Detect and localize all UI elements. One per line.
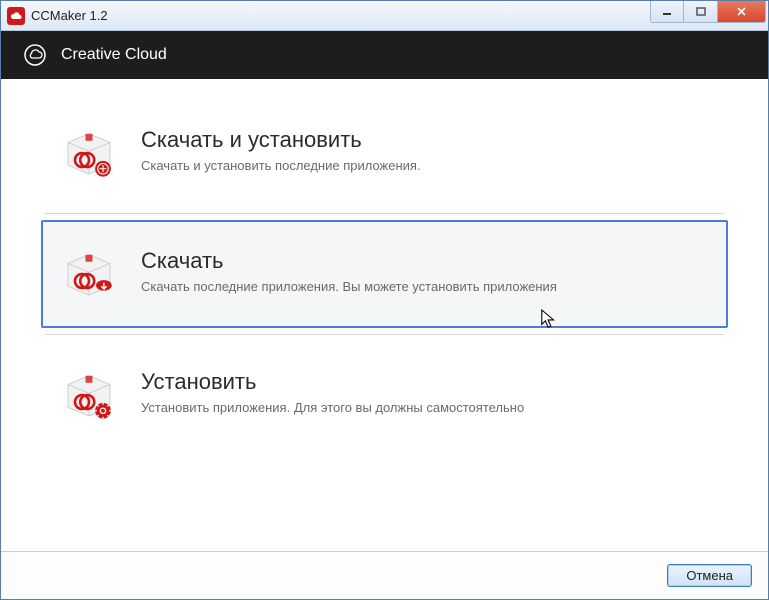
divider xyxy=(45,213,724,214)
divider xyxy=(45,334,724,335)
option-install[interactable]: Установить Установить приложения. Для эт… xyxy=(41,341,728,449)
app-icon xyxy=(7,7,25,25)
option-download-install[interactable]: Скачать и установить Скачать и установит… xyxy=(41,99,728,207)
box-icon xyxy=(61,367,117,423)
box-icon xyxy=(61,246,117,302)
minimize-button[interactable] xyxy=(650,1,684,23)
maximize-button[interactable] xyxy=(684,1,718,23)
window-controls xyxy=(650,1,766,23)
box-icon xyxy=(61,125,117,181)
header-title: Creative Cloud xyxy=(61,46,167,64)
option-desc: Скачать и установить последние приложени… xyxy=(141,157,708,175)
option-download[interactable]: Скачать Скачать последние приложения. Вы… xyxy=(41,220,728,328)
option-desc: Установить приложения. Для этого вы долж… xyxy=(141,399,708,417)
option-desc: Скачать последние приложения. Вы можете … xyxy=(141,278,708,296)
option-title: Скачать и установить xyxy=(141,127,708,153)
option-title: Установить xyxy=(141,369,708,395)
header-bar: Creative Cloud xyxy=(1,31,768,79)
content-area: Скачать и установить Скачать и установит… xyxy=(1,79,768,551)
cancel-button[interactable]: Отмена xyxy=(667,564,752,587)
app-window: CCMaker 1.2 Creative Cloud xyxy=(0,0,769,600)
footer: Отмена xyxy=(1,551,768,599)
window-title: CCMaker 1.2 xyxy=(31,8,650,23)
creative-cloud-icon xyxy=(23,43,47,67)
titlebar[interactable]: CCMaker 1.2 xyxy=(1,1,768,31)
close-button[interactable] xyxy=(718,1,766,23)
option-title: Скачать xyxy=(141,248,708,274)
